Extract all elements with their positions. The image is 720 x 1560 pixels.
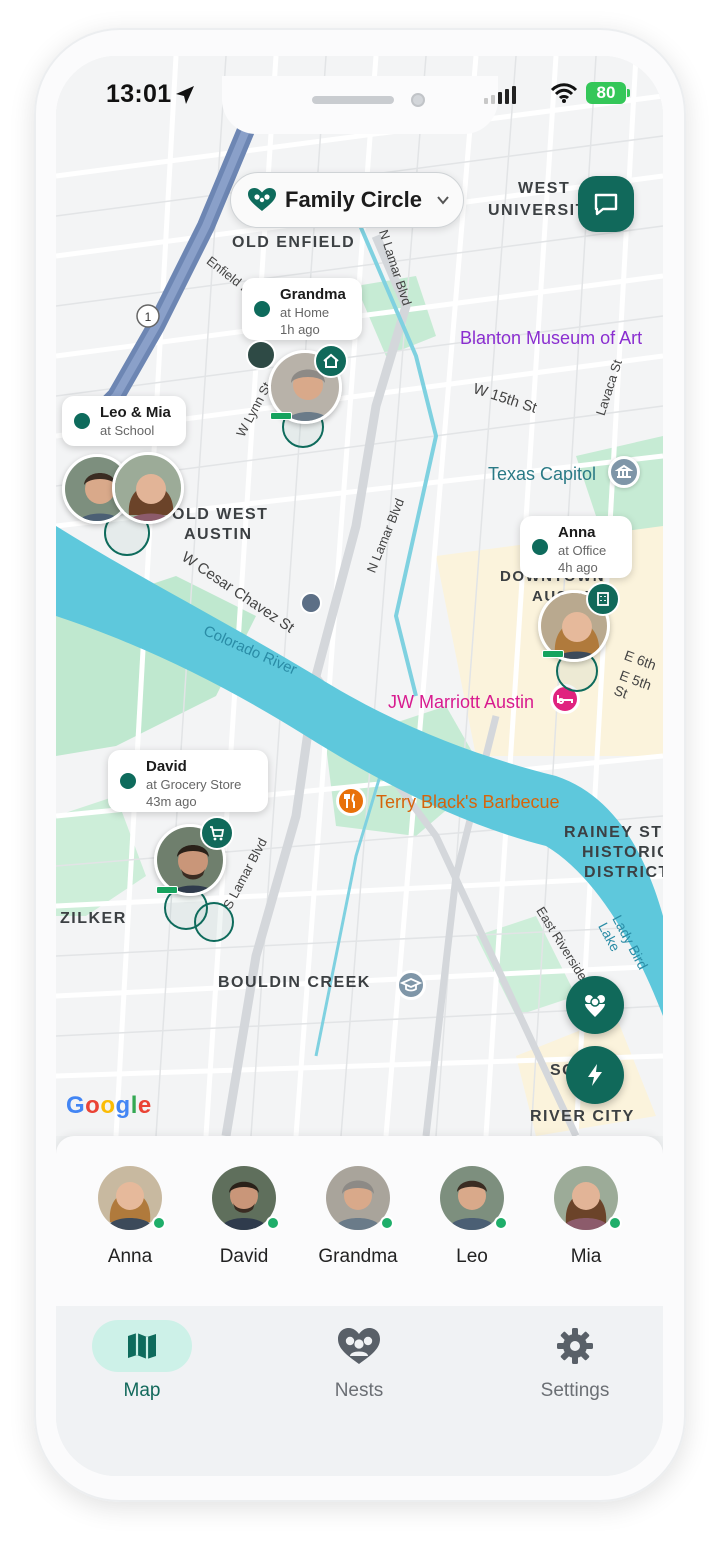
battery-indicator: 80 (586, 82, 626, 104)
david-bubble-ago: 43m ago (146, 794, 197, 809)
place-old-west: OLD WEST (172, 506, 269, 523)
tab-settings-pill (525, 1320, 625, 1372)
anna-bubble-place: at Office (558, 543, 607, 558)
mia-avatar-pin[interactable] (112, 452, 184, 524)
home-badge-icon (314, 344, 348, 378)
poi-terry-blacks[interactable]: Terry Black's Barbecue (376, 792, 560, 813)
grandma-bubble-place: at Home (280, 305, 330, 320)
device-notch (222, 76, 498, 134)
family-heart-icon (248, 188, 276, 211)
leo-mia-status-dot (74, 413, 90, 429)
anna-bubble-name: Anna (558, 524, 596, 541)
members-strip: Anna David Grandma Leo Mia (56, 1136, 663, 1306)
david-bubble-name: David (146, 758, 187, 775)
david-bubble-place: at Grocery Store (146, 777, 242, 792)
anna-battery-indicator (542, 650, 564, 658)
status-time: 13:01 (106, 80, 172, 108)
leo-mia-location-bubble[interactable]: Leo & Mia at School (62, 396, 186, 446)
online-status-dot (266, 1216, 280, 1230)
member-name: Leo (456, 1246, 488, 1267)
tab-nests-label: Nests (334, 1380, 384, 1401)
grandma-status-dot (254, 301, 270, 317)
restaurant-marker-icon[interactable] (336, 786, 366, 816)
google-attribution: Google (66, 1092, 152, 1119)
avatar (554, 1166, 622, 1230)
place-historic: HISTORIC (582, 844, 663, 861)
tab-map-pill (92, 1320, 192, 1372)
online-status-dot (608, 1216, 622, 1230)
place-rainey-st: RAINEY ST (564, 824, 663, 841)
grandma-bubble-name: Grandma (280, 286, 346, 303)
member-name: Mia (570, 1246, 602, 1267)
wifi-icon (550, 83, 578, 103)
leo-mia-bubble-name: Leo & Mia (100, 404, 171, 421)
cellular-signal-icon (484, 84, 516, 104)
member-leo[interactable]: Leo (422, 1166, 522, 1268)
member-name: Anna (107, 1246, 153, 1267)
quick-action-button[interactable] (566, 1046, 624, 1104)
member-grandma[interactable]: Grandma (308, 1166, 408, 1268)
avatar (326, 1166, 394, 1230)
place-district: DISTRICT (584, 864, 663, 881)
place-old-enfield: OLD ENFIELD (232, 234, 356, 251)
tab-map[interactable]: Map (77, 1320, 207, 1402)
poi-blanton-museum[interactable]: Blanton Museum of Art (460, 328, 642, 349)
online-status-dot (152, 1216, 166, 1230)
tab-map-label: Map (123, 1380, 161, 1401)
poi-jw-marriott[interactable]: JW Marriott Austin (388, 692, 534, 713)
circle-title: Family Circle (285, 187, 422, 212)
place-austin: AUSTIN (184, 526, 253, 543)
chevron-down-icon (437, 196, 449, 205)
david-battery-indicator (156, 886, 178, 894)
circle-picker[interactable]: Family Circle (230, 172, 464, 228)
member-david[interactable]: David (194, 1166, 294, 1268)
cart-badge-icon (200, 816, 234, 850)
tab-settings[interactable]: Settings (510, 1320, 640, 1402)
place-zilker: ZILKER (60, 910, 127, 927)
svg-text:1: 1 (145, 310, 152, 324)
online-status-dot (494, 1216, 508, 1230)
avatar (98, 1166, 166, 1230)
grandma-bubble-ago: 1h ago (280, 322, 320, 337)
transit-marker-icon[interactable] (300, 592, 322, 614)
status-bar: 13:01 80 (56, 76, 663, 134)
battery-cap (627, 89, 630, 97)
tab-settings-label: Settings (540, 1380, 610, 1401)
david-location-bubble[interactable]: David at Grocery Store 43m ago (108, 750, 268, 812)
nest-locate-button[interactable] (566, 976, 624, 1034)
member-name: David (219, 1246, 269, 1267)
grandma-location-bubble[interactable]: Grandma at Home 1h ago (242, 278, 362, 340)
bottom-tab-bar: Map Nests Settings (56, 1306, 663, 1476)
member-name: Grandma (318, 1246, 398, 1267)
chat-button[interactable] (578, 176, 634, 232)
chat-bubble-icon (594, 193, 618, 216)
map-icon (128, 1333, 156, 1359)
app-screen: 1 OLD ENFIELD WEST UNIVERSITY OLD WEST A… (56, 56, 663, 1476)
david-status-dot (120, 773, 136, 789)
school-marker-icon[interactable] (396, 970, 426, 1000)
avatar (212, 1166, 280, 1230)
anna-status-dot (532, 539, 548, 555)
office-badge-icon (586, 582, 620, 616)
david-secondary-ring (194, 902, 234, 942)
tab-nests-pill (309, 1320, 409, 1372)
coffee-badge-icon (246, 340, 276, 370)
nests-icon (338, 1328, 380, 1364)
anna-location-bubble[interactable]: Anna at Office 4h ago (520, 516, 632, 578)
place-river-city: RIVER CITY (530, 1108, 635, 1125)
grandma-battery-indicator (270, 412, 292, 420)
member-anna[interactable]: Anna (80, 1166, 180, 1268)
avatar (440, 1166, 508, 1230)
poi-texas-capitol[interactable]: Texas Capitol (488, 464, 596, 485)
leo-mia-bubble-place: at School (100, 423, 155, 438)
place-bouldin-creek: BOULDIN CREEK (218, 974, 371, 991)
capitol-marker-icon[interactable] (608, 456, 640, 488)
member-mia[interactable]: Mia (536, 1166, 636, 1268)
anna-bubble-ago: 4h ago (558, 560, 598, 575)
location-arrow-icon (176, 86, 194, 104)
place-west: WEST (518, 180, 571, 197)
online-status-dot (380, 1216, 394, 1230)
tab-nests[interactable]: Nests (294, 1320, 424, 1402)
gear-icon (557, 1328, 593, 1364)
